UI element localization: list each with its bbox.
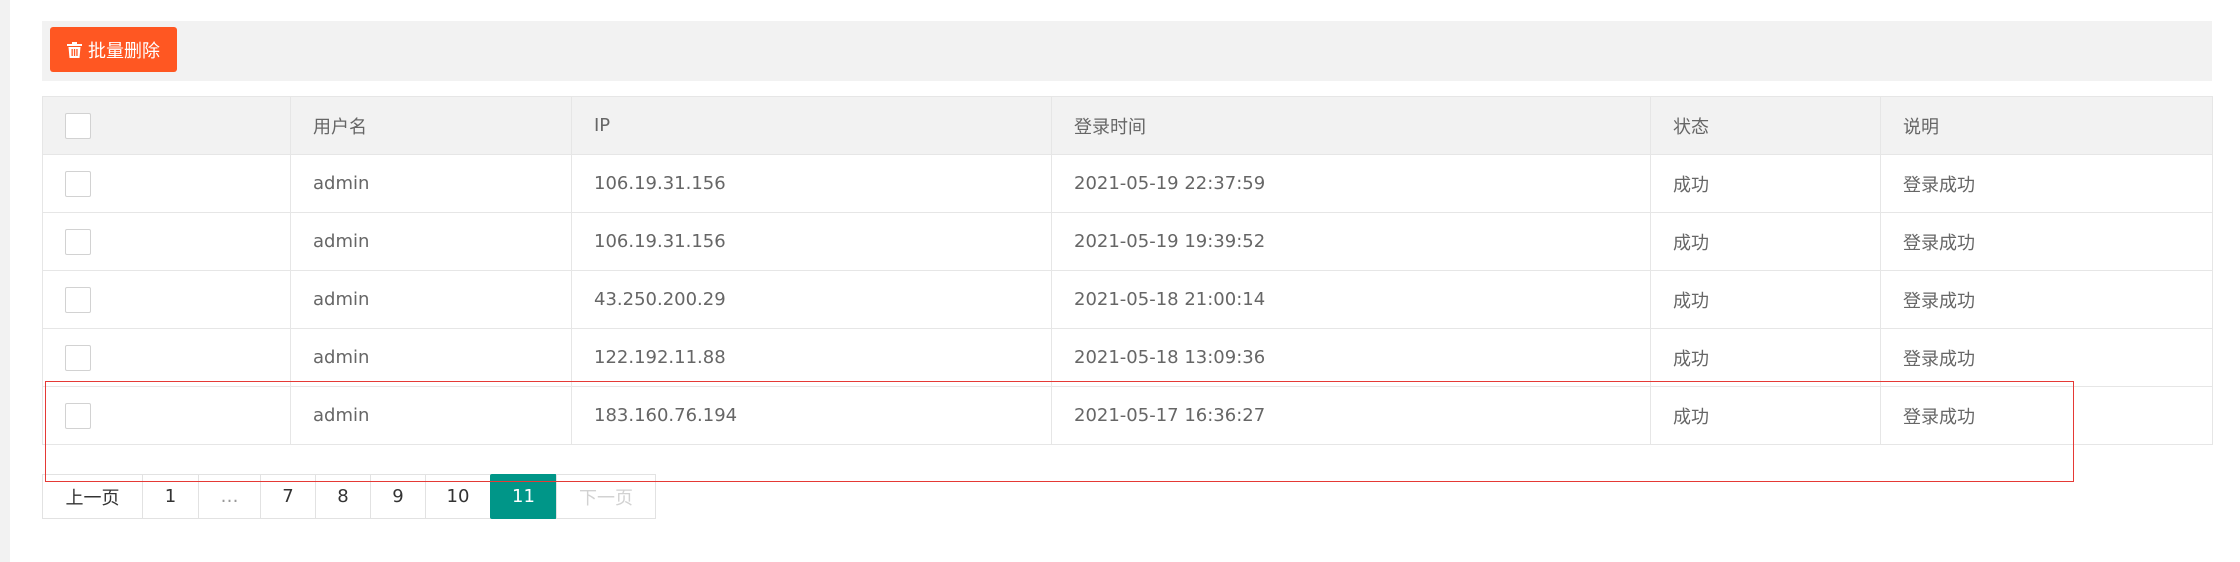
row-checkbox-cell	[42, 328, 291, 387]
cell-login-time: 2021-05-19 22:37:59	[1051, 154, 1651, 213]
cell-login-time: 2021-05-19 19:39:52	[1051, 212, 1651, 271]
cell-description: 登录成功	[1880, 386, 2213, 445]
cell-login-time: 2021-05-18 21:00:14	[1051, 270, 1651, 329]
cell-login-time: 2021-05-17 16:36:27	[1051, 386, 1651, 445]
batch-delete-label: 批量删除	[88, 40, 160, 62]
current-page-11[interactable]: 11	[490, 474, 557, 519]
pagination: 上一页 1 … 7 8 9 10 11 下一页	[42, 474, 656, 519]
cell-ip: 106.19.31.156	[571, 154, 1052, 213]
table-row[interactable]: admin 183.160.76.194 2021-05-17 16:36:27…	[42, 386, 2213, 445]
left-edge-strip	[0, 0, 10, 562]
cell-ip: 43.250.200.29	[571, 270, 1052, 329]
cell-status: 成功	[1650, 212, 1881, 271]
header-description: 说明	[1880, 96, 2213, 155]
prev-page-button[interactable]: 上一页	[42, 474, 143, 519]
page-8-button[interactable]: 8	[315, 474, 371, 519]
cell-status: 成功	[1650, 386, 1881, 445]
cell-description: 登录成功	[1880, 328, 2213, 387]
table-header-row: 用户名 IP 登录时间 状态 说明	[42, 96, 2213, 155]
row-checkbox-cell	[42, 270, 291, 329]
cell-status: 成功	[1650, 154, 1881, 213]
row-checkbox[interactable]	[65, 344, 91, 371]
row-checkbox[interactable]	[65, 402, 91, 429]
cell-status: 成功	[1650, 328, 1881, 387]
cell-ip: 106.19.31.156	[571, 212, 1052, 271]
cell-username: admin	[290, 154, 572, 213]
batch-delete-button[interactable]: 批量删除	[50, 27, 177, 72]
cell-ip: 183.160.76.194	[571, 386, 1052, 445]
table-row[interactable]: admin 106.19.31.156 2021-05-19 22:37:59 …	[42, 154, 2213, 213]
row-checkbox[interactable]	[65, 170, 91, 197]
row-checkbox-cell	[42, 212, 291, 271]
cell-status: 成功	[1650, 270, 1881, 329]
header-status: 状态	[1650, 96, 1881, 155]
row-checkbox-cell	[42, 386, 291, 445]
header-checkbox-cell	[42, 96, 291, 155]
page-9-button[interactable]: 9	[370, 474, 426, 519]
table-row[interactable]: admin 106.19.31.156 2021-05-19 19:39:52 …	[42, 212, 2213, 271]
cell-ip: 122.192.11.88	[571, 328, 1052, 387]
page-1-button[interactable]: 1	[142, 474, 199, 519]
page-7-button[interactable]: 7	[260, 474, 316, 519]
cell-username: admin	[290, 328, 572, 387]
cell-username: admin	[290, 270, 572, 329]
header-username: 用户名	[290, 96, 572, 155]
cell-description: 登录成功	[1880, 154, 2213, 213]
trash-icon	[67, 41, 82, 58]
login-log-table: 用户名 IP 登录时间 状态 说明 admin 106.19.31.156 20…	[42, 96, 2213, 445]
header-ip: IP	[571, 96, 1052, 155]
toolbar: 批量删除	[42, 21, 2212, 81]
row-checkbox-cell	[42, 154, 291, 213]
select-all-checkbox[interactable]	[65, 112, 91, 139]
cell-username: admin	[290, 212, 572, 271]
table-row[interactable]: admin 43.250.200.29 2021-05-18 21:00:14 …	[42, 270, 2213, 329]
cell-description: 登录成功	[1880, 270, 2213, 329]
header-login-time: 登录时间	[1051, 96, 1651, 155]
page-10-button[interactable]: 10	[425, 474, 491, 519]
next-page-button: 下一页	[556, 474, 656, 519]
page-ellipsis: …	[198, 474, 261, 519]
cell-username: admin	[290, 386, 572, 445]
row-checkbox[interactable]	[65, 286, 91, 313]
cell-login-time: 2021-05-18 13:09:36	[1051, 328, 1651, 387]
row-checkbox[interactable]	[65, 228, 91, 255]
table-row[interactable]: admin 122.192.11.88 2021-05-18 13:09:36 …	[42, 328, 2213, 387]
cell-description: 登录成功	[1880, 212, 2213, 271]
